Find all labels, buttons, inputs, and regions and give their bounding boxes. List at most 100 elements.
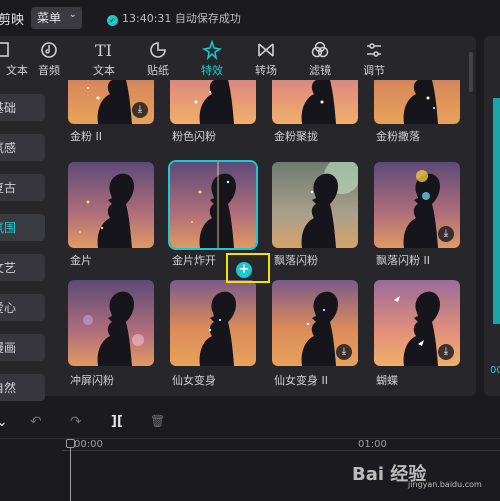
download-icon[interactable]: ⤓	[438, 226, 454, 242]
effect-card[interactable]	[68, 280, 154, 366]
effect-card[interactable]: ⤓	[374, 280, 460, 366]
effect-card[interactable]	[170, 280, 256, 366]
check-icon: ✓	[107, 15, 118, 26]
effect-label: 蝴蝶	[376, 374, 398, 387]
tab-sticker[interactable]: 贴纸	[130, 36, 186, 80]
timeline-toolbar: ⌄ ↶ ↷ ][ 🗑	[0, 406, 500, 438]
app-name: 剪映	[0, 13, 25, 28]
menu-button[interactable]: 菜单 ⌄	[31, 7, 82, 29]
tab-label: 音频	[38, 64, 60, 77]
effect-label: 飘落闪粉	[274, 254, 318, 267]
effect-label: 金片	[70, 254, 92, 267]
tab-label: 转场	[255, 64, 277, 77]
preview-frame	[493, 98, 500, 324]
sidebar-item-label: 氛感	[0, 141, 17, 155]
playhead-handle[interactable]	[66, 439, 75, 448]
effect-label: 金片炸开	[172, 254, 216, 267]
redo-icon[interactable]: ↷	[70, 414, 82, 430]
sidebar-item-label: 文艺	[0, 261, 17, 275]
text-t-icon: TI	[76, 40, 132, 60]
download-icon[interactable]: ⤓	[438, 344, 454, 360]
audio-icon	[21, 40, 77, 60]
sidebar-item-comic[interactable]: 漫画	[0, 334, 45, 361]
delete-icon[interactable]: 🗑	[150, 414, 165, 428]
tab-label: 特效	[201, 64, 223, 77]
preview-time: 00	[490, 365, 500, 376]
split-icon[interactable]: ][	[111, 414, 123, 429]
sidebar-item-nature[interactable]: 自然	[0, 374, 45, 401]
tab-adjust[interactable]: 调节	[346, 36, 402, 80]
time-mark-minute: 01:00	[358, 439, 387, 450]
effect-thumbnail	[272, 162, 358, 248]
tab-label: 贴纸	[147, 64, 169, 77]
select-cursor-icon[interactable]: ⌄	[0, 414, 8, 430]
playhead[interactable]	[70, 439, 71, 501]
sidebar-item-label: 复古	[0, 181, 17, 195]
effect-label: 金粉撒落	[376, 130, 420, 143]
effect-label: 金粉聚拢	[274, 130, 318, 143]
effect-thumbnail	[68, 162, 154, 248]
effects-grid: ⤓ 金粉 II 粉色闪粉 金粉聚拢 金粉撒落 金片 金片炸开 飘落闪粉 ⤓ 飘落…	[62, 80, 472, 396]
effect-label: 冲屏闪粉	[70, 374, 114, 387]
material-panel: 文本 音频 TI 文本 贴纸 特效 转场 滤镜 调节 础 感 古 围 艺 心 画…	[0, 36, 476, 401]
tab-filter[interactable]: 滤镜	[292, 36, 348, 80]
effect-thumbnail	[170, 280, 256, 366]
sidebar-item-literary[interactable]: 文艺	[0, 254, 45, 281]
effect-card[interactable]	[272, 80, 358, 124]
save-status: ✓ 13:40:31 自动保存成功	[107, 10, 241, 26]
effect-card[interactable]: ⤓	[374, 162, 460, 248]
tab-effects[interactable]: 特效	[184, 36, 240, 80]
title-bar: 剪映 菜单 ⌄ ✓ 13:40:31 自动保存成功	[0, 0, 500, 36]
tab-label: 调节	[363, 64, 385, 77]
effect-card[interactable]	[272, 162, 358, 248]
time-mark-start: 00:00	[74, 439, 103, 450]
effect-thumbnail	[374, 80, 460, 124]
effect-thumbnail	[272, 80, 358, 124]
tab-audio[interactable]: 音频	[21, 36, 77, 80]
sidebar-item-label: 基础	[0, 101, 17, 115]
effects-icon	[184, 39, 240, 61]
download-icon[interactable]: ⤓	[132, 102, 148, 118]
sidebar-item-label: 漫画	[0, 341, 17, 355]
sidebar-item-love[interactable]: 爱心	[0, 294, 45, 321]
filter-icon	[292, 40, 348, 60]
sidebar-item-basic[interactable]: 基础	[0, 94, 45, 121]
effect-label: 飘落闪粉 II	[376, 254, 430, 267]
effect-card[interactable]	[68, 162, 154, 248]
download-icon[interactable]: ⤓	[336, 344, 352, 360]
sidebar-item-label: 氛围	[0, 221, 17, 235]
sidebar-item-feel[interactable]: 氛感	[0, 134, 45, 161]
effect-thumbnail	[170, 162, 256, 248]
effect-card[interactable]: ⤓	[272, 280, 358, 366]
baidu-watermark: Bai 经验 jingyan.baidu.com	[352, 460, 482, 489]
svg-text:TI: TI	[95, 41, 112, 60]
sidebar-item-label: 爱心	[0, 301, 17, 315]
effect-card[interactable]: ⤓	[68, 80, 154, 124]
tab-text-t[interactable]: TI 文本	[76, 36, 132, 80]
sidebar-item-label: 自然	[0, 381, 17, 395]
category-tabs: 文本 音频 TI 文本 贴纸 特效 转场 滤镜 调节	[0, 36, 476, 80]
tab-transition[interactable]: 转场	[238, 36, 294, 80]
watermark-url: jingyan.baidu.com	[408, 480, 482, 489]
tab-label: 文本	[93, 64, 115, 77]
sticker-icon	[130, 40, 186, 60]
effect-card[interactable]	[374, 80, 460, 124]
effect-label: 仙女变身	[172, 374, 216, 387]
undo-icon[interactable]: ↶	[30, 414, 42, 430]
tab-label: 滤镜	[309, 64, 331, 77]
sidebar-item-retro[interactable]: 复古	[0, 174, 45, 201]
sidebar-item-atmosphere[interactable]: 氛围	[0, 214, 45, 241]
chevron-down-icon: ⌄	[68, 9, 77, 20]
time-ruler	[62, 439, 500, 451]
effect-card[interactable]	[170, 80, 256, 124]
transition-icon	[238, 40, 294, 60]
effect-label: 金粉 II	[70, 130, 102, 143]
effect-thumbnail	[170, 80, 256, 124]
effect-thumbnail	[68, 280, 154, 366]
menu-label: 菜单	[37, 11, 62, 25]
effect-card-selected[interactable]	[168, 160, 258, 250]
add-effect-button[interactable]: +	[236, 262, 252, 278]
save-status-text: 13:40:31 自动保存成功	[122, 12, 241, 25]
adjust-icon	[346, 40, 402, 60]
effect-label: 仙女变身 II	[274, 374, 328, 387]
